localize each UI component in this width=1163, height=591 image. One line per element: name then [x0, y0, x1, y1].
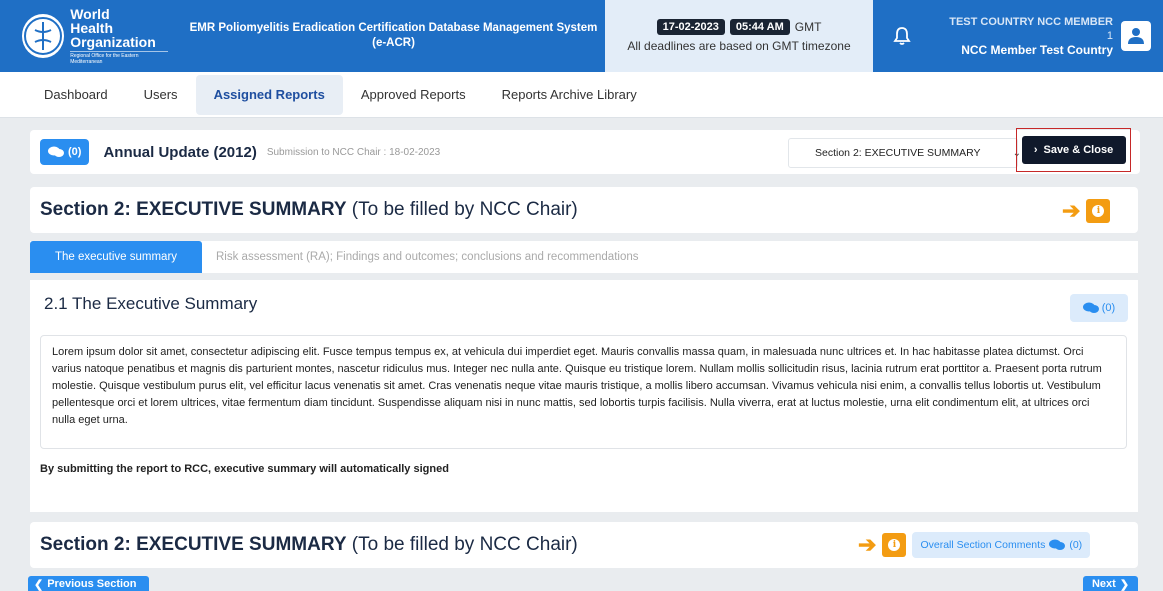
comments-icon — [1082, 302, 1099, 313]
content-comments-count: (0) — [1101, 302, 1116, 314]
nav-approved-reports[interactable]: Approved Reports — [343, 75, 484, 115]
content-title: 2.1 The Executive Summary — [44, 294, 258, 313]
header-brand: World Health Organization Regional Offic… — [0, 0, 605, 72]
who-logo[interactable]: World Health Organization Regional Offic… — [22, 6, 169, 65]
main-nav: Dashboard Users Assigned Reports Approve… — [0, 72, 1163, 118]
chevron-right-icon: ❯ — [1119, 579, 1130, 591]
arrow-right-icon: ➔ — [858, 532, 877, 557]
footer-section-card: Section 2: EXECUTIVE SUMMARY (To be fill… — [30, 522, 1138, 568]
tab-risk-assessment[interactable]: Risk assessment (RA); Findings and outco… — [202, 241, 653, 273]
save-close-button[interactable]: › Save & Close — [1021, 136, 1126, 164]
overall-section-comments-button[interactable]: Overall Section Comments (0) — [912, 532, 1091, 558]
datetime-panel: 17-02-2023 05:44 AM GMT All deadlines ar… — [605, 0, 873, 72]
previous-section-label: Previous Section — [47, 578, 137, 590]
tab-executive-summary[interactable]: The executive summary — [30, 241, 202, 273]
section-title: Section 2: EXECUTIVE SUMMARY (To be fill… — [40, 199, 578, 220]
user-menu[interactable]: TEST COUNTRY NCC MEMBER 1 NCC Member Tes… — [949, 15, 1151, 57]
org-name: World Health Organization — [70, 6, 156, 50]
previous-section-button[interactable]: ❮ Previous Section — [28, 576, 149, 591]
overall-comments-label: Overall Section Comments — [920, 539, 1046, 551]
nav-users[interactable]: Users — [126, 75, 196, 115]
next-button[interactable]: Next ❯ — [1083, 576, 1138, 591]
nav-dashboard[interactable]: Dashboard — [28, 75, 126, 115]
user-panel: TEST COUNTRY NCC MEMBER 1 NCC Member Tes… — [873, 0, 1163, 72]
content-comments-button[interactable]: (0) — [1070, 294, 1128, 322]
deadline-note: All deadlines are based on GMT timezone — [627, 38, 851, 53]
user-role: TEST COUNTRY NCC MEMBER — [949, 16, 1113, 28]
user-number: 1 — [1106, 30, 1113, 42]
chevron-left-icon: ❮ — [34, 579, 44, 591]
who-emblem-icon — [22, 14, 65, 58]
section-select[interactable]: Section 2: EXECUTIVE SUMMARY ⌄ — [788, 138, 1021, 168]
signing-note: By submitting the report to RCC, executi… — [40, 463, 449, 475]
executive-summary-panel: 2.1 The Executive Summary (0) Lorem ipsu… — [30, 280, 1138, 512]
section-tabs: The executive summary Risk assessment (R… — [30, 241, 1138, 273]
save-close-label: Save & Close — [1043, 144, 1114, 156]
save-close-highlight: › Save & Close — [1016, 128, 1131, 172]
bell-icon[interactable] — [891, 25, 913, 47]
chevron-right-icon: › — [1033, 144, 1038, 156]
timezone-label: GMT — [794, 19, 822, 34]
user-name: NCC Member Test Country — [961, 43, 1113, 57]
footer-section-title: Section 2: EXECUTIVE SUMMARY (To be fill… — [40, 534, 578, 555]
comments-icon — [48, 146, 64, 157]
nav-assigned-reports[interactable]: Assigned Reports — [195, 74, 343, 115]
nav-reports-archive-library[interactable]: Reports Archive Library — [484, 75, 655, 115]
next-label: Next — [1091, 578, 1116, 590]
footer-info-button[interactable]: i — [882, 533, 907, 557]
report-comments-count: (0) — [68, 146, 82, 158]
time-badge: 05:44 AM — [729, 18, 790, 35]
report-comments-button[interactable]: (0) — [40, 139, 90, 165]
info-icon: i — [888, 539, 901, 551]
user-icon — [1121, 21, 1151, 51]
system-title: EMR Poliomyelitis Eradication Certificat… — [189, 22, 598, 49]
section-heading-card: Section 2: EXECUTIVE SUMMARY (To be fill… — [30, 187, 1138, 233]
report-title: Annual Update (2012) — [103, 143, 257, 161]
date-badge: 17-02-2023 — [656, 18, 725, 35]
section-info-button[interactable]: i — [1086, 199, 1111, 223]
comments-icon — [1049, 539, 1066, 550]
info-icon: i — [1092, 205, 1105, 217]
section-select-value: Section 2: EXECUTIVE SUMMARY — [815, 147, 981, 159]
submission-note: Submission to NCC Chair : 18-02-2023 — [266, 146, 441, 158]
app-header: World Health Organization Regional Offic… — [0, 0, 1163, 72]
arrow-right-icon: ➔ — [1062, 198, 1081, 223]
overall-comments-count: (0) — [1069, 539, 1083, 551]
org-region: Regional Office for the Eastern Mediterr… — [70, 51, 169, 65]
report-toolbar: (0) Annual Update (2012) Submission to N… — [30, 128, 1140, 174]
executive-summary-textarea[interactable]: Lorem ipsum dolor sit amet, consectetur … — [40, 335, 1127, 449]
